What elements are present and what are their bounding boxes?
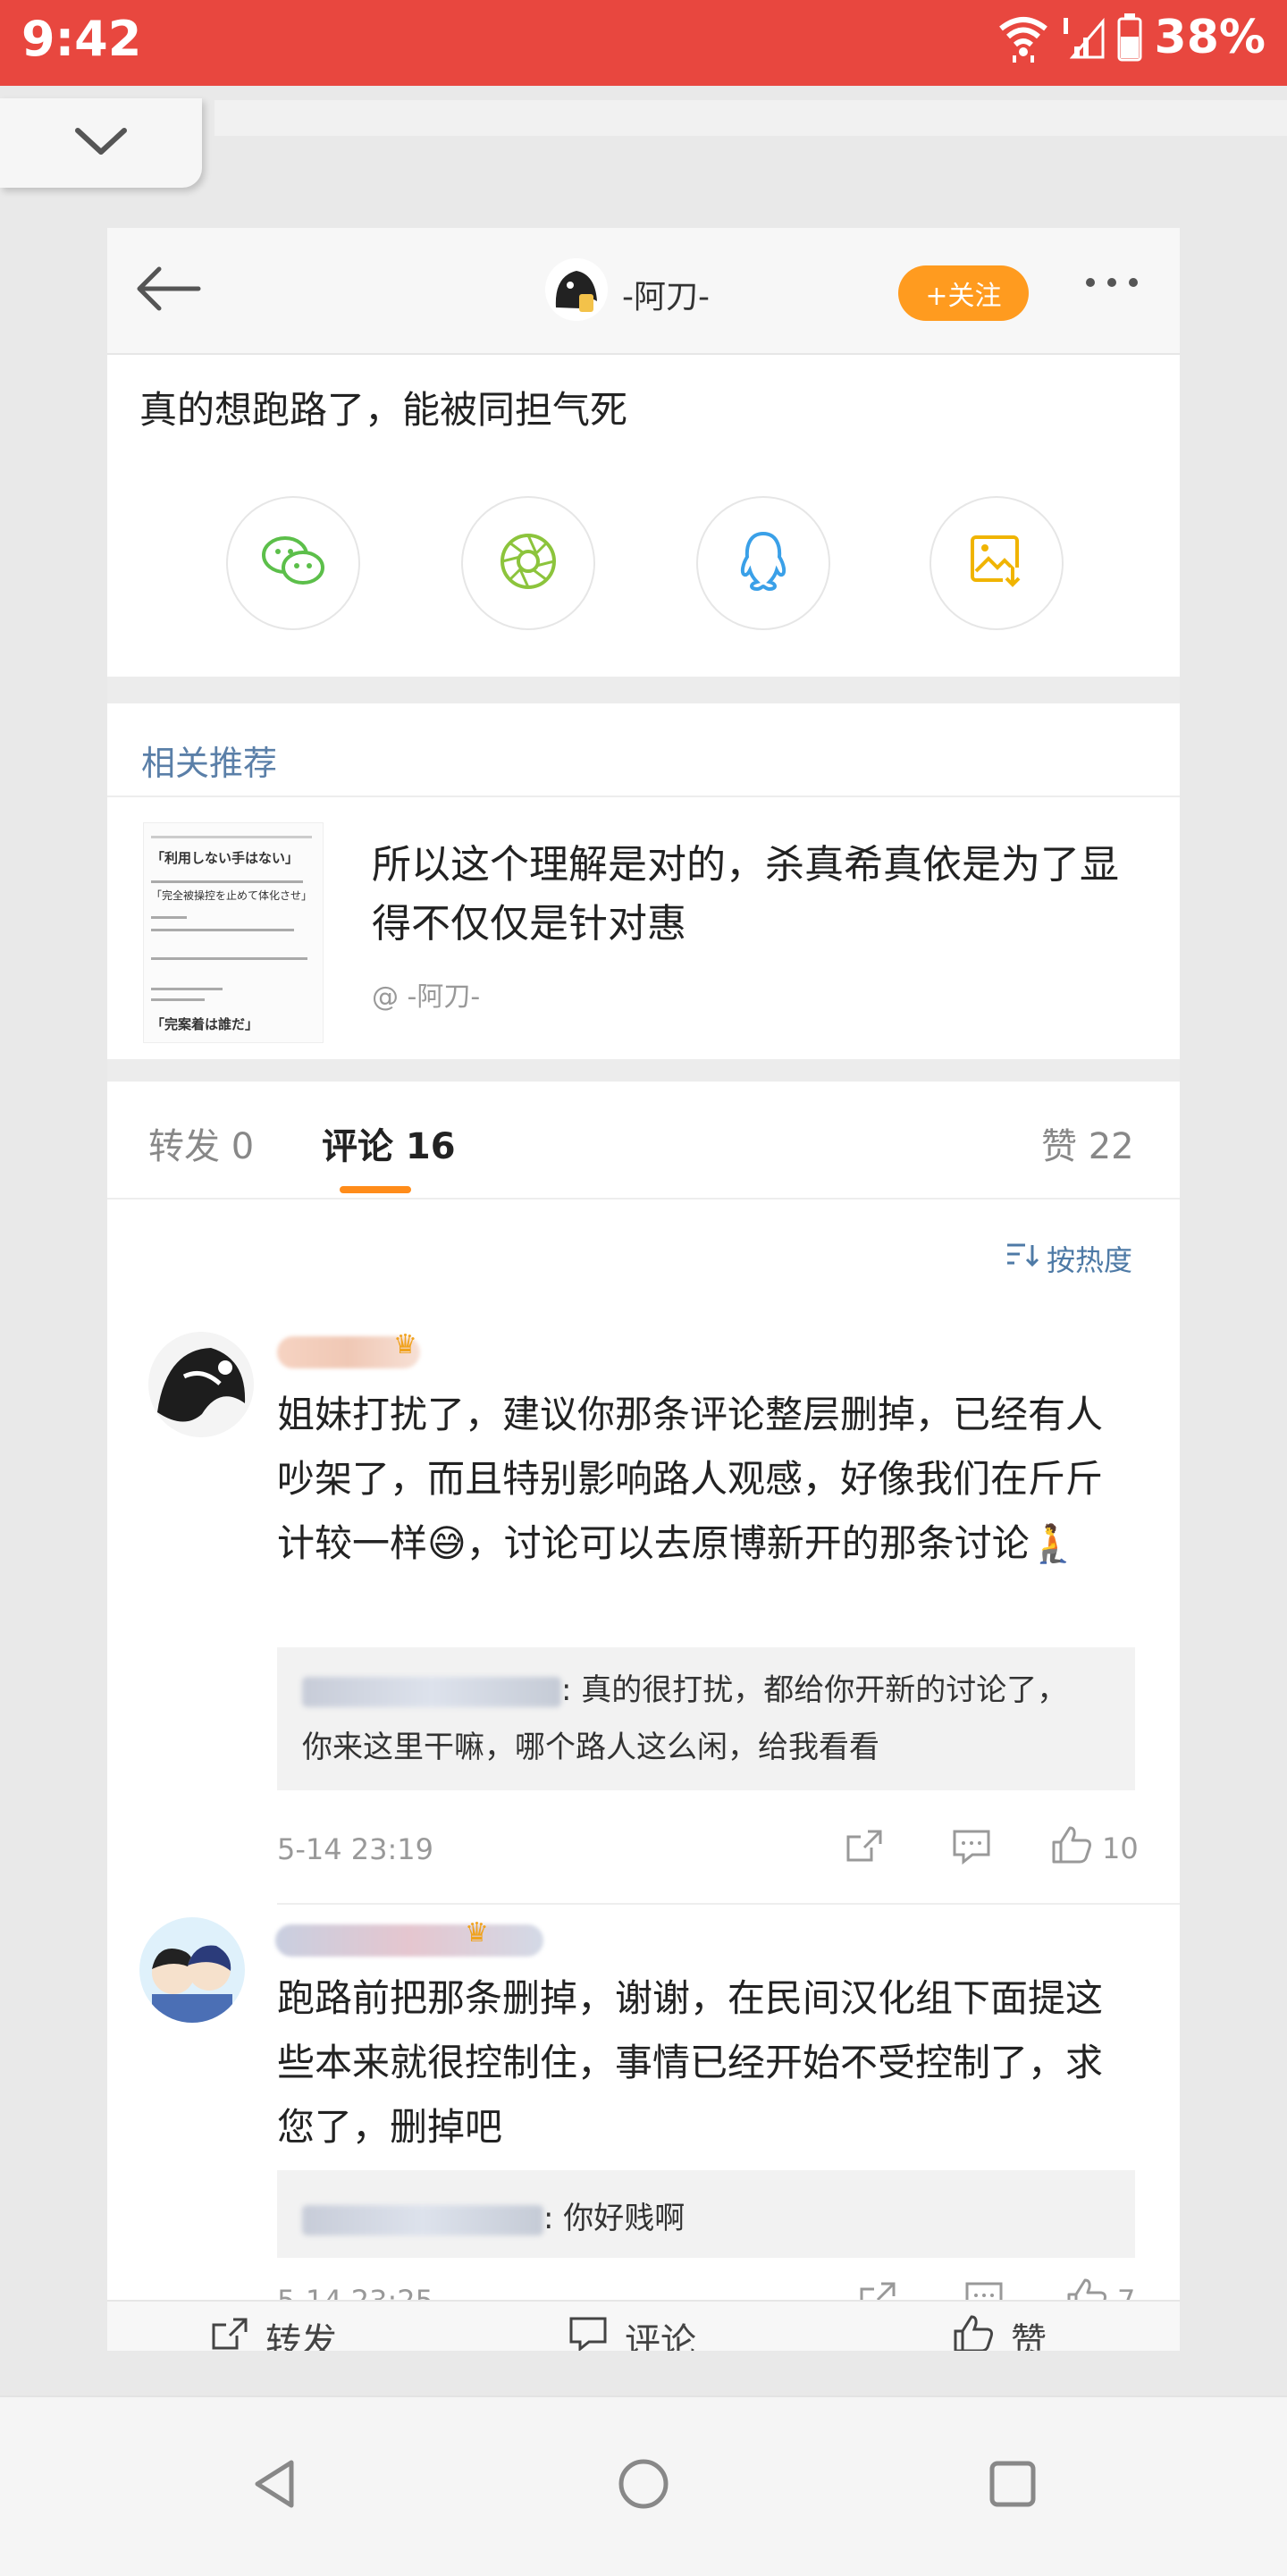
reply-box[interactable]: : 你好贱啊 <box>277 2170 1135 2258</box>
post-nav-bar: -阿刀- +关注 <box>107 228 1180 355</box>
thumb-line: 「利用しない手はない」 <box>151 850 299 866</box>
home-button[interactable] <box>612 2454 675 2517</box>
related-thumbnail[interactable]: 「利用しない手はない」 「完全被操控を止めて体化させ」 「完案着は誰だ」 <box>143 822 324 1043</box>
thumb-line: 「完案着は誰だ」 <box>151 1016 259 1032</box>
save-image-button[interactable] <box>930 496 1064 630</box>
sort-icon <box>1005 1242 1039 1275</box>
related-item-text[interactable]: 所以这个理解是对的，杀真希真依是为了显得不仅仅是针对惠 <box>372 836 1140 954</box>
tab-bar: 转发 0 评论 16 赞 22 <box>107 1082 1180 1200</box>
wechat-icon <box>260 532 326 594</box>
comment-text: 跑路前把那条删掉，谢谢，在民间汉化组下面提这些本来就很控制住，事情已经开始不受控… <box>277 1976 1104 2149</box>
back-arrow-icon[interactable] <box>132 264 204 317</box>
thumbs-up-icon <box>952 2313 995 2351</box>
home-circle-icon <box>617 2457 670 2514</box>
reply-comment-icon[interactable] <box>951 1828 992 1865</box>
share-moments-button[interactable] <box>461 496 595 630</box>
related-item-author[interactable]: @ -阿刀- <box>372 974 480 1014</box>
tab-likes[interactable]: 赞 22 <box>1041 1117 1134 1169</box>
tab-repost[interactable]: 转发 0 <box>148 1117 254 1169</box>
tab-underline <box>340 1186 411 1193</box>
repost-icon <box>210 2316 249 2351</box>
replier-name[interactable] <box>302 1676 561 1707</box>
sort-button[interactable]: 按热度 <box>1005 1238 1132 1279</box>
commenter-avatar[interactable] <box>139 1917 245 2023</box>
system-nav-bar <box>0 2395 1287 2576</box>
collapse-button[interactable] <box>0 98 202 188</box>
thumb-line: 「完全被操控を止めて体化させ」 <box>151 889 313 902</box>
signal-icon <box>1062 13 1105 63</box>
qq-icon <box>737 530 789 596</box>
recents-button[interactable] <box>981 2454 1044 2517</box>
like-post-button[interactable]: 赞 <box>952 2312 1047 2351</box>
like-label: 赞 <box>1011 2321 1047 2351</box>
status-bar: 9:42 38% <box>0 0 1287 86</box>
recents-square-icon <box>988 2459 1038 2513</box>
tab-comments[interactable]: 评论 16 <box>322 1117 456 1169</box>
comment-timestamp: 5-14 23:19 <box>277 1832 434 1866</box>
top-strip <box>214 100 1287 136</box>
post-text: 真的想跑路了，能被同担气死 <box>139 388 628 432</box>
more-options-icon[interactable] <box>1086 278 1138 287</box>
back-triangle-icon <box>250 2457 299 2514</box>
status-time: 9:42 <box>21 11 142 67</box>
battery-icon <box>1117 13 1142 62</box>
commenter-avatar[interactable] <box>148 1332 254 1437</box>
section-separator <box>107 1059 1180 1082</box>
repost-button[interactable]: 转发 <box>210 2312 337 2351</box>
related-title: 相关推荐 <box>141 744 278 783</box>
share-qq-button[interactable] <box>696 496 830 630</box>
save-image-icon <box>967 532 1026 594</box>
fan-badge-icon: ♛ <box>465 1917 489 1949</box>
divider <box>107 796 1180 797</box>
reply-text: 你来这里干嘛，哪个路人这么闲，给我看看 <box>302 1730 879 1765</box>
status-icons: 38% <box>997 11 1266 64</box>
author-avatar[interactable] <box>545 258 608 321</box>
weibo-detail: -阿刀- +关注 真的想跑路了，能被同担气死 相关推荐 「利用しない手はない」 … <box>107 228 1180 2351</box>
replier-name[interactable] <box>302 2204 543 2235</box>
back-button[interactable] <box>243 2454 306 2517</box>
divider <box>277 1903 1180 1905</box>
reply-text: : 你好贱啊 <box>543 2201 686 2236</box>
like-count: 10 <box>1102 1831 1139 1865</box>
share-row <box>107 496 1180 630</box>
like-button[interactable]: 10 <box>1050 1824 1139 1873</box>
share-comment-icon[interactable] <box>845 1828 884 1864</box>
share-wechat-button[interactable] <box>226 496 360 630</box>
author-name[interactable]: -阿刀- <box>622 271 710 317</box>
reply-box[interactable]: : 真的很打扰，都给你开新的讨论了， 你来这里干嘛，哪个路人这么闲，给我看看 <box>277 1647 1135 1790</box>
bottom-action-bar: 转发 评论 赞 <box>107 2300 1180 2351</box>
reply-text: : 真的很打扰，都给你开新的讨论了， <box>561 1672 1068 1708</box>
thumbs-up-icon <box>1050 1824 1093 1873</box>
comment-label: 评论 <box>625 2321 696 2351</box>
wifi-icon <box>997 13 1049 63</box>
repost-label: 转发 <box>265 2321 337 2351</box>
comment-button[interactable]: 评论 <box>568 2312 696 2351</box>
follow-button[interactable]: +关注 <box>898 265 1029 321</box>
comment-text: 姐妹打扰了，建议你那条评论整层删掉，已经有人吵架了，而且特别影响路人观感，好像我… <box>277 1393 1104 1565</box>
battery-percent: 38% <box>1154 11 1266 64</box>
fan-badge-icon: ♛ <box>393 1329 417 1360</box>
section-separator <box>107 677 1180 703</box>
comment-icon <box>568 2315 609 2351</box>
chevron-down-icon <box>72 125 130 161</box>
commenter-name[interactable] <box>275 1924 543 1957</box>
sort-label: 按热度 <box>1047 1243 1133 1277</box>
moments-icon <box>497 530 559 596</box>
